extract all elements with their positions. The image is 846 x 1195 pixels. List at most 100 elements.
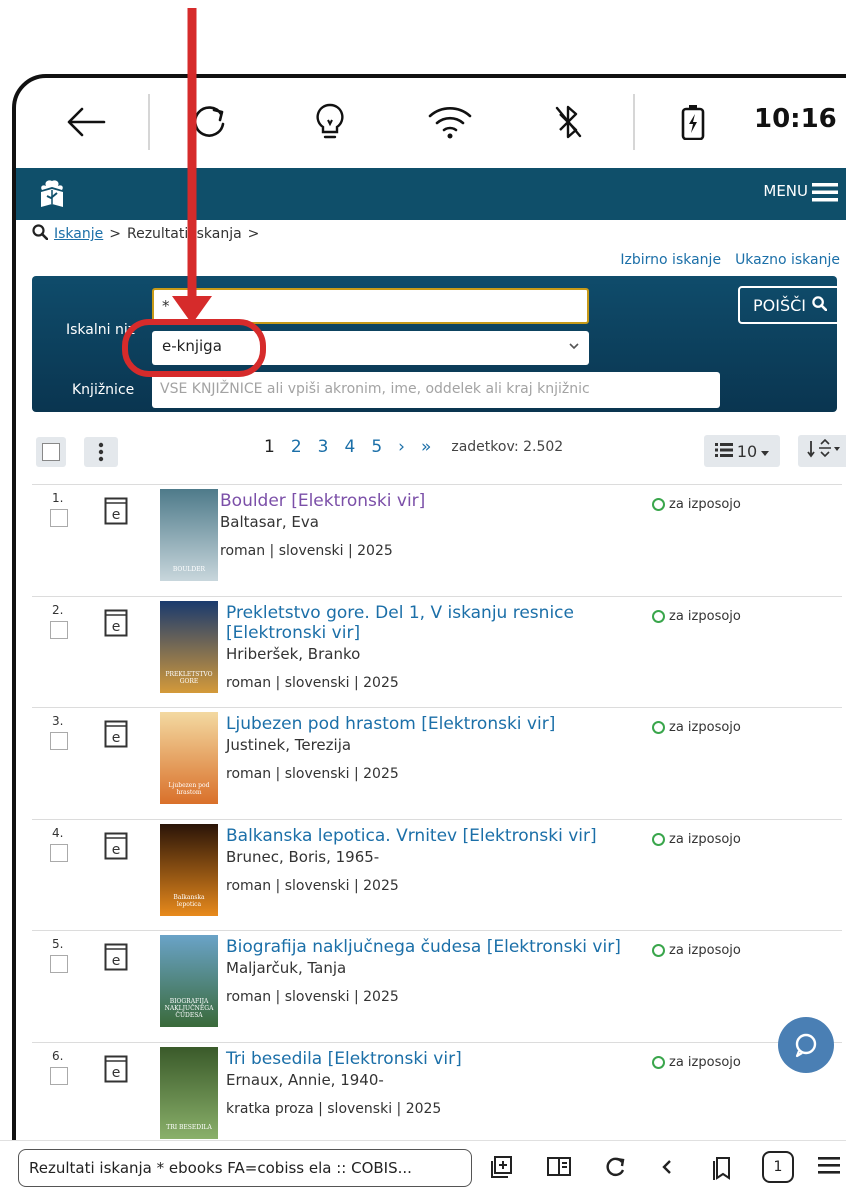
- result-author: Justinek, Terezija: [226, 736, 352, 754]
- sort-dropdown[interactable]: [798, 435, 846, 467]
- chat-icon[interactable]: [778, 1017, 834, 1073]
- page-3[interactable]: 3: [318, 437, 329, 457]
- result-row: 3. e Ljubezen pod hrastom Ljubezen pod h…: [32, 707, 842, 819]
- menu-label[interactable]: MENU: [763, 182, 808, 200]
- command-search-link[interactable]: Ukazno iskanje: [735, 252, 840, 268]
- material-type-select[interactable]: e-knjiga: [152, 331, 589, 365]
- ebook-format-icon: e: [104, 609, 128, 641]
- result-number: 1.: [52, 491, 64, 505]
- result-checkbox[interactable]: [50, 620, 68, 639]
- refresh-icon[interactable]: [186, 100, 234, 144]
- page-2[interactable]: 2: [291, 437, 302, 457]
- svg-text:e: e: [112, 730, 121, 746]
- svg-text:e: e: [112, 1065, 121, 1081]
- page-1[interactable]: 1: [264, 437, 275, 457]
- browser-bottom-bar: Rezultati iskanja * ebooks FA=cobiss ela…: [0, 1140, 846, 1195]
- result-checkbox[interactable]: [50, 732, 68, 750]
- tab-count[interactable]: 1: [762, 1151, 794, 1183]
- clock: 10:16: [754, 104, 837, 134]
- hamburger-icon[interactable]: [812, 182, 838, 206]
- svg-text:e: e: [112, 507, 121, 523]
- result-author: Baltasar, Eva: [220, 513, 319, 531]
- ebook-format-icon: e: [104, 832, 128, 864]
- caret-down-icon: [761, 442, 770, 461]
- add-bookmark-icon[interactable]: [490, 1155, 514, 1183]
- pagination: 1 2 3 4 5 › » zadetkov: 2.502: [264, 437, 563, 457]
- book-cover[interactable]: TRI BESEDILA: [160, 1046, 218, 1139]
- available-circle-icon: [652, 721, 665, 734]
- breadcrumb-search-link[interactable]: Iskanje: [54, 226, 103, 242]
- result-row: 4. e Balkanska lepotica Balkanska lepoti…: [32, 818, 842, 931]
- result-checkbox[interactable]: [50, 509, 68, 527]
- result-author: Hriberšek, Branko: [226, 644, 361, 663]
- last-page[interactable]: »: [421, 437, 431, 457]
- result-meta: kratka proza | slovenski | 2025: [226, 1100, 442, 1117]
- available-circle-icon: [652, 498, 665, 511]
- result-title[interactable]: Boulder [Elektronski vir]: [220, 491, 620, 511]
- availability-status: za izposojo: [652, 1055, 741, 1070]
- result-title[interactable]: Prekletstvo gore. Del 1, V iskanju resni…: [226, 603, 626, 643]
- query-label: Iskalni niz: [66, 322, 136, 338]
- book-cover[interactable]: Balkanska lepotica: [160, 823, 218, 916]
- search-query-input[interactable]: [152, 288, 589, 324]
- result-checkbox[interactable]: [50, 1066, 68, 1085]
- advanced-search-link[interactable]: Izbirno iskanje: [620, 252, 721, 268]
- hit-count: zadetkov: 2.502: [451, 439, 564, 455]
- wifi-icon[interactable]: [422, 100, 478, 144]
- breadcrumb: Iskanje > Rezultati iskanja >: [32, 224, 259, 244]
- result-author: Ernaux, Annie, 1940-: [226, 1070, 384, 1089]
- search-panel: Iskalni niz e-knjiga Knjižnice VSE KNJIŽ…: [32, 276, 842, 412]
- book-cover[interactable]: Ljubezen pod hrastom: [160, 712, 218, 804]
- result-meta: roman | slovenski | 2025: [226, 674, 399, 691]
- search-button[interactable]: POIŠČI: [738, 286, 842, 324]
- result-title[interactable]: Tri besedila [Elektronski vir]: [226, 1049, 626, 1069]
- result-number: 2.: [52, 602, 64, 617]
- page-4[interactable]: 4: [344, 437, 355, 457]
- per-page-dropdown[interactable]: 10: [704, 435, 780, 467]
- availability-label: za izposojo: [669, 1054, 741, 1070]
- result-meta: roman | slovenski | 2025: [226, 989, 399, 1005]
- back-arrow-icon[interactable]: [62, 100, 110, 144]
- availability-label: za izposojo: [669, 831, 741, 847]
- availability-label: za izposojo: [669, 720, 741, 735]
- available-circle-icon: [652, 944, 665, 957]
- breadcrumb-separator: >: [247, 226, 260, 242]
- more-options-icon[interactable]: [84, 437, 118, 467]
- select-all-checkbox[interactable]: [36, 437, 66, 467]
- next-page[interactable]: ›: [398, 437, 405, 457]
- breadcrumb-separator: >: [109, 226, 121, 242]
- back-icon[interactable]: [660, 1155, 674, 1183]
- sort-icon: [807, 438, 841, 463]
- search-icon: [812, 295, 828, 315]
- page-title-chip[interactable]: Rezultati iskanja * ebooks FA=cobiss ela…: [18, 1149, 472, 1187]
- result-checkbox[interactable]: [50, 843, 68, 862]
- result-title[interactable]: Balkanska lepotica. Vrnitev [Elektronski…: [226, 826, 626, 846]
- libraries-input[interactable]: VSE KNJIŽNICE ali vpiši akronim, ime, od…: [152, 372, 720, 408]
- search-button-label: POIŠČI: [752, 295, 806, 315]
- bluetooth-off-icon[interactable]: [548, 100, 588, 144]
- lightbulb-icon[interactable]: [306, 100, 354, 144]
- device-frame: 10:16 MENU Iskanje > Rezultati iskanja >…: [12, 74, 846, 1195]
- book-cover[interactable]: PREKLETSTVO GORE: [160, 600, 218, 693]
- material-type-value: e-knjiga: [162, 337, 222, 355]
- bookmarks-icon[interactable]: [710, 1155, 734, 1185]
- book-cover[interactable]: BIOGRAFIJA NAKLJUČNEGA ČUDESA: [160, 935, 218, 1027]
- cover-text: Balkanska lepotica: [173, 893, 205, 908]
- reload-icon[interactable]: [604, 1155, 626, 1183]
- book-cover[interactable]: BOULDER: [160, 489, 218, 581]
- result-checkbox[interactable]: [50, 955, 68, 973]
- search-mode-links: Izbirno iskanje Ukazno iskanje: [620, 252, 840, 268]
- reader-view-icon[interactable]: [546, 1155, 572, 1183]
- per-page-value: 10: [736, 441, 758, 461]
- browser-menu-icon[interactable]: [818, 1155, 840, 1179]
- result-row: 6. e TRI BESEDILA Tri besedila [Elektron…: [32, 1041, 842, 1154]
- logo-icon[interactable]: [38, 178, 66, 210]
- result-meta: roman | slovenski | 2025: [226, 877, 399, 894]
- svg-text:e: e: [112, 842, 121, 858]
- page-5[interactable]: 5: [371, 437, 382, 457]
- result-title[interactable]: Biografija naključnega čudesa [Elektrons…: [226, 937, 626, 957]
- result-title[interactable]: Ljubezen pod hrastom [Elektronski vir]: [226, 714, 626, 734]
- result-row: 1. e BOULDER Boulder [Elektronski vir] B…: [32, 484, 842, 596]
- cover-text: Ljubezen pod hrastom: [168, 782, 210, 796]
- site-header: MENU: [16, 168, 846, 220]
